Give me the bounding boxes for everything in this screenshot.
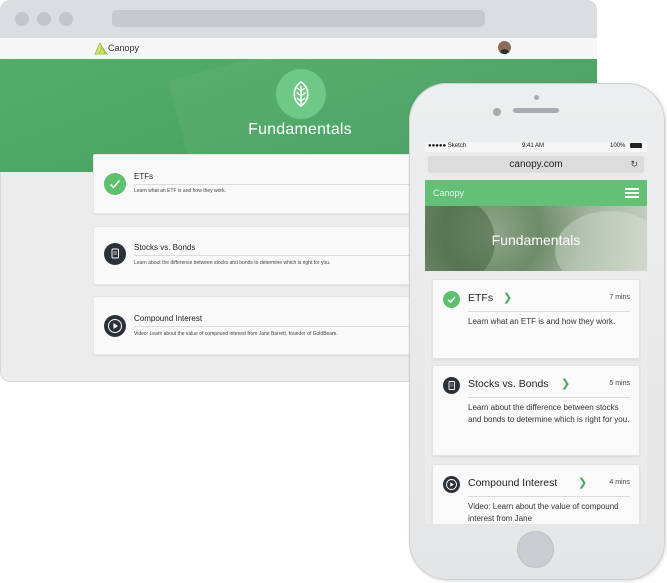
- divider: [134, 184, 424, 185]
- reload-icon[interactable]: ↻: [630, 156, 638, 173]
- leaf-icon: [293, 81, 309, 107]
- lesson-card-compound-interest[interactable]: Compound Interest Video: Learn about the…: [93, 296, 425, 355]
- status-time: 9:41 AM: [522, 143, 545, 149]
- lesson-title: Compound Interest: [134, 314, 203, 323]
- carrier-text: ●●●●● Sketch: [428, 143, 467, 149]
- browser-chrome: [0, 0, 597, 38]
- mobile-brand-name[interactable]: Canopy: [433, 188, 464, 198]
- lesson-description: Video: Learn about the value of compound…: [468, 502, 619, 523]
- maximize-window-button[interactable]: [59, 12, 73, 26]
- user-avatar[interactable]: [498, 41, 511, 54]
- lesson-description: Video: Learn about the value of compound…: [134, 331, 338, 337]
- home-button[interactable]: [517, 531, 554, 568]
- brand-name[interactable]: Canopy: [108, 43, 139, 53]
- lesson-title: Compound Interest: [468, 477, 558, 489]
- play-icon: [104, 315, 126, 337]
- lesson-duration: 5 mins: [609, 380, 630, 387]
- divider: [468, 496, 630, 497]
- front-camera: [493, 108, 501, 116]
- lesson-duration: 4 mins: [609, 479, 630, 486]
- lesson-title: ETFs: [134, 172, 154, 181]
- divider: [468, 397, 630, 398]
- lesson-description: Learn about the difference between stock…: [468, 403, 630, 424]
- canopy-logo-icon[interactable]: [94, 41, 108, 55]
- chevron-right-icon[interactable]: ❯: [561, 377, 570, 390]
- mobile-lesson-card-stocks-vs-bonds[interactable]: Stocks vs. Bonds ❯ 5 mins Learn about th…: [432, 365, 640, 456]
- mobile-nav-bar: Canopy: [425, 180, 647, 206]
- lesson-description: Learn what an ETF is and how they work.: [468, 317, 616, 326]
- app-header: Canopy: [0, 38, 597, 60]
- lesson-duration: 7 mins: [609, 294, 630, 301]
- hamburger-menu-icon[interactable]: [625, 188, 639, 198]
- divider: [134, 255, 424, 256]
- mobile-address-bar[interactable]: canopy.com ↻: [428, 156, 644, 173]
- url-text: canopy.com: [509, 159, 563, 170]
- mobile-lesson-card-compound-interest[interactable]: Compound Interest ❯ 4 mins Video: Learn …: [432, 464, 640, 524]
- phone-device: ●●●●● Sketch 9:41 AM 100% canopy.com ↻ C…: [409, 83, 665, 580]
- phone-screen: ●●●●● Sketch 9:41 AM 100% canopy.com ↻ C…: [425, 142, 647, 524]
- check-icon: [443, 291, 460, 308]
- mobile-page-title: Fundamentals: [491, 232, 581, 248]
- battery-icon: [630, 143, 642, 148]
- document-icon: [443, 377, 460, 394]
- lesson-card-stocks-vs-bonds[interactable]: Stocks vs. Bonds Learn about the differe…: [93, 226, 425, 285]
- chevron-right-icon[interactable]: ❯: [503, 291, 512, 304]
- mobile-lesson-card-etfs[interactable]: ETFs ❯ 7 mins Learn what an ETF is and h…: [432, 279, 640, 359]
- lesson-description: Learn what an ETF is and how they work.: [134, 188, 226, 194]
- lesson-title: Stocks vs. Bonds: [134, 243, 196, 252]
- close-window-button[interactable]: [15, 12, 29, 26]
- status-bar: ●●●●● Sketch 9:41 AM 100%: [425, 142, 647, 152]
- mobile-hero-banner: Fundamentals: [425, 206, 647, 271]
- lesson-title: Stocks vs. Bonds: [468, 378, 549, 390]
- lesson-title: ETFs: [468, 292, 494, 304]
- chevron-right-icon[interactable]: ❯: [578, 476, 587, 489]
- document-icon: [104, 243, 126, 265]
- leaf-badge: [276, 69, 326, 119]
- minimize-window-button[interactable]: [37, 12, 51, 26]
- earpiece-speaker: [513, 108, 559, 113]
- divider: [134, 326, 424, 327]
- divider: [468, 311, 630, 312]
- browser-address-bar[interactable]: [112, 10, 485, 27]
- play-icon: [443, 476, 460, 493]
- sensor: [534, 95, 539, 100]
- check-icon: [104, 173, 126, 195]
- lesson-card-etfs[interactable]: ETFs Learn what an ETF is and how they w…: [93, 154, 425, 214]
- lesson-description: Learn about the difference between stock…: [134, 260, 331, 266]
- battery-percent: 100%: [610, 143, 626, 149]
